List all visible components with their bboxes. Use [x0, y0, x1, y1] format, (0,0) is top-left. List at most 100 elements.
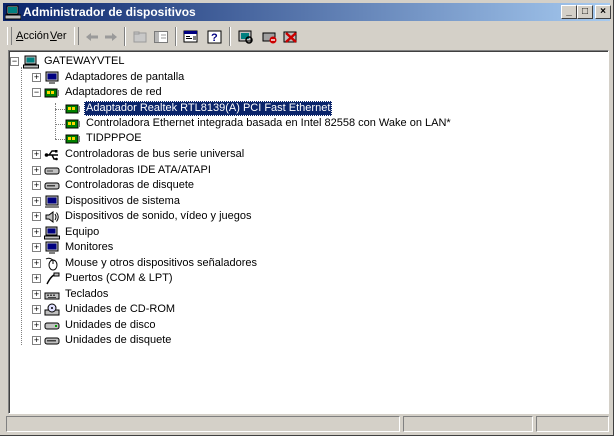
keyboard-icon [44, 287, 60, 302]
tree-item-monitores[interactable]: Monitores [44, 240, 115, 255]
scan-hardware-button[interactable] [236, 27, 256, 46]
expand-toggle[interactable]: + [32, 150, 41, 159]
expand-toggle[interactable]: + [32, 321, 41, 330]
expand-toggle[interactable]: + [32, 243, 41, 252]
tree-line [21, 67, 22, 345]
tree-item-label: Controladoras de disquete [65, 179, 195, 191]
tree-item-ports[interactable]: Puertos (COM & LPT) [44, 271, 175, 286]
status-cell-main [6, 416, 400, 432]
expand-toggle[interactable]: + [32, 336, 41, 345]
tree-line [55, 139, 65, 140]
tree-item-equipo[interactable]: Equipo [44, 225, 101, 240]
menu-grip[interactable] [7, 27, 12, 45]
expand-toggle[interactable]: + [32, 274, 41, 283]
network-card-icon [44, 85, 60, 100]
close-button[interactable]: × [595, 5, 611, 19]
show-hide-tree-button[interactable] [151, 27, 171, 46]
expand-toggle[interactable]: + [32, 305, 41, 314]
tree-item-ide-controllers[interactable]: Controladoras IDE ATA/ATAPI [44, 163, 213, 178]
tree-item-label: Mouse y otros dispositivos señaladores [65, 257, 257, 269]
tree-item-label: Monitores [65, 241, 114, 253]
collapse-toggle[interactable]: − [32, 88, 41, 97]
uninstall-icon [283, 31, 297, 43]
tree-item-intel-ethernet[interactable]: Controladora Ethernet integrada basada e… [65, 116, 453, 131]
tree-item-label: Dispositivos de sistema [65, 195, 180, 207]
tree-item-adaptadores-red[interactable]: Adaptadores de red [44, 85, 164, 100]
tree-line [55, 109, 65, 110]
uninstall-device-button[interactable] [281, 27, 301, 46]
tree-item-label: Adaptador Realtek RTL8139(A) PCI Fast Et… [84, 101, 333, 116]
folder-up-icon [133, 31, 147, 42]
title-bar[interactable]: Administrador de dispositivos _ □ × [3, 3, 611, 21]
tree-item-label: Equipo [65, 226, 100, 238]
computer-icon [23, 54, 39, 69]
toolbar-separator [229, 27, 231, 46]
disable-device-button[interactable] [260, 27, 280, 46]
tree-item-disk-drives[interactable]: Unidades de disco [44, 318, 158, 333]
tree-item-sound-video-games[interactable]: Dispositivos de sonido, vídeo y juegos [44, 209, 254, 224]
status-cell [403, 416, 533, 432]
monitor-icon [44, 70, 60, 85]
menu-ver[interactable]: Ver [50, 30, 67, 42]
properties-icon [183, 30, 198, 42]
properties-button[interactable] [181, 27, 201, 46]
cdrom-icon [44, 302, 60, 317]
expand-toggle[interactable]: + [32, 259, 41, 268]
minimize-button[interactable]: _ [561, 5, 577, 19]
menu-accion[interactable]: Acción [16, 30, 49, 42]
computer-icon [44, 225, 60, 240]
tree-item-label: Teclados [65, 288, 109, 300]
toolbar-grip[interactable] [74, 27, 79, 45]
network-card-icon [65, 116, 81, 131]
tree-item-adaptadores-pantalla[interactable]: Adaptadores de pantalla [44, 70, 186, 85]
tree-item-system-devices[interactable]: Dispositivos de sistema [44, 194, 182, 209]
tree-item-label: Adaptadores de red [65, 86, 162, 98]
tree-item-label: Adaptadores de pantalla [65, 71, 185, 83]
tree-item-label: Controladoras IDE ATA/ATAPI [65, 164, 211, 176]
collapse-toggle[interactable]: − [10, 57, 19, 66]
tree-item-label: TIDPPPOE [86, 132, 142, 144]
expand-toggle[interactable]: + [32, 290, 41, 299]
device-manager-window: Administrador de dispositivos _ □ × Acci… [0, 0, 614, 436]
scan-hardware-icon [238, 30, 253, 44]
up-level-button[interactable] [130, 27, 150, 46]
expand-toggle[interactable]: + [32, 73, 41, 82]
back-button[interactable] [82, 27, 102, 46]
tree-item-root[interactable]: GATEWAYVTEL [23, 54, 126, 69]
system-device-icon [44, 194, 60, 209]
disable-device-icon [262, 32, 277, 43]
sound-icon [44, 209, 60, 224]
usb-icon [44, 147, 60, 162]
monitor-icon [44, 240, 60, 255]
status-bar [3, 414, 610, 434]
help-button[interactable]: ? [205, 27, 225, 46]
tree-item-floppy-drives[interactable]: Unidades de disquete [44, 333, 173, 348]
tree-item-label: Unidades de CD-ROM [65, 303, 176, 315]
help-icon: ? [207, 30, 222, 44]
tree-item-tidpppoe[interactable]: TIDPPPOE [65, 131, 144, 146]
tree-item-floppy-controllers[interactable]: Controladoras de disquete [44, 178, 196, 193]
tree-item-mouse[interactable]: Mouse y otros dispositivos señaladores [44, 256, 259, 271]
ide-controller-icon [44, 163, 60, 178]
tree-item-keyboards[interactable]: Teclados [44, 287, 110, 302]
back-arrow-icon [86, 32, 98, 41]
expand-toggle[interactable]: + [32, 197, 41, 206]
toolbar-separator [175, 27, 177, 46]
port-icon [44, 271, 60, 286]
tree-item-usb-controllers[interactable]: Controladoras de bus serie universal [44, 147, 246, 162]
expand-toggle[interactable]: + [32, 212, 41, 221]
maximize-button[interactable]: □ [577, 5, 593, 19]
tree-item-label: Controladora Ethernet integrada basada e… [86, 117, 451, 129]
expand-toggle[interactable]: + [32, 166, 41, 175]
expand-toggle[interactable]: + [32, 181, 41, 190]
tree-item-label: Puertos (COM & LPT) [65, 272, 173, 284]
tree-item-label: Unidades de disquete [65, 334, 172, 346]
tree-item-realtek-adapter[interactable]: Adaptador Realtek RTL8139(A) PCI Fast Et… [65, 101, 333, 116]
forward-button[interactable] [101, 27, 121, 46]
expand-toggle[interactable]: + [32, 228, 41, 237]
tree-item-label: Dispositivos de sonido, vídeo y juegos [65, 210, 252, 222]
forward-arrow-icon [105, 32, 117, 41]
status-cell [536, 416, 609, 432]
tree-item-cdrom[interactable]: Unidades de CD-ROM [44, 302, 177, 317]
device-tree[interactable]: − GATEWAYVTEL + Adaptadores de pantalla … [8, 50, 609, 414]
